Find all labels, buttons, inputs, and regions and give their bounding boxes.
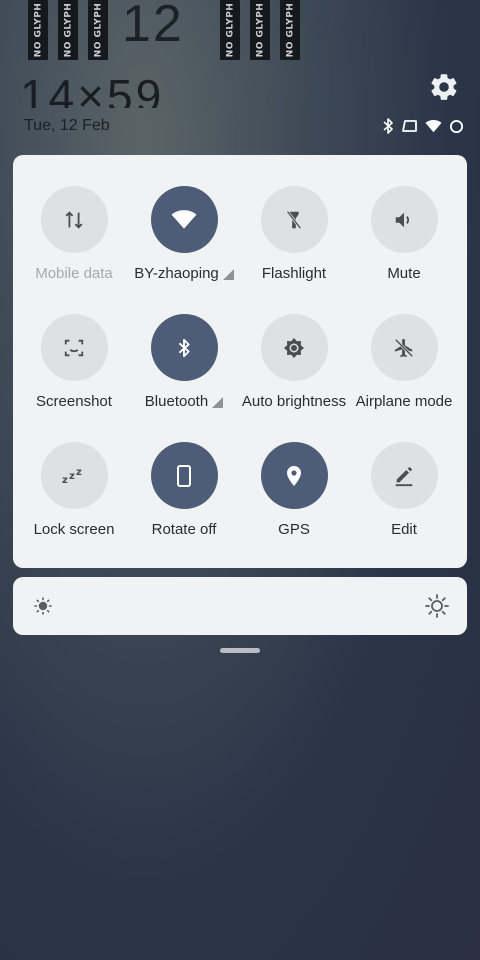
airplane-icon[interactable] (370, 314, 438, 381)
screenshot-icon[interactable] (40, 314, 108, 381)
tile-label: Lock screen (33, 521, 115, 538)
no-glyph-tile: NO GLYPH (220, 0, 240, 60)
settings-gear-icon[interactable] (428, 71, 460, 103)
tile-mobile-data[interactable]: Mobile data (14, 186, 134, 296)
tile-label: Flashlight (261, 265, 327, 282)
battery-saver-icon (401, 119, 418, 133)
brightness-slider[interactable] (13, 577, 467, 635)
tile-flashlight[interactable]: Flashlight (234, 186, 354, 296)
tile-label: Screenshot (36, 393, 112, 410)
tile-gps[interactable]: GPS (234, 442, 354, 552)
no-glyph-tile: NO GLYPH (88, 0, 108, 60)
clock-hour: 12 (122, 0, 184, 53)
tile-label: Auto brightness (241, 393, 347, 410)
svg-text:z: z (69, 471, 75, 482)
clock-time: 14×59 (20, 70, 165, 108)
wifi-icon (425, 119, 442, 133)
tile-label-row: Bluetooth (144, 393, 224, 410)
tile-edit[interactable]: Edit (344, 442, 464, 552)
tile-label-row: BY-zhaoping (134, 265, 234, 282)
sleep-icon[interactable]: zzz (40, 442, 108, 509)
tile-mute[interactable]: Mute (344, 186, 464, 296)
no-glyph-tile: NO GLYPH (58, 0, 78, 60)
tile-label: Bluetooth (144, 393, 209, 410)
brightness-low-icon (33, 596, 53, 616)
signal-icon (212, 397, 224, 408)
brightness-high-icon (425, 594, 449, 618)
tile-screenshot[interactable]: Screenshot (14, 314, 134, 424)
tile-label: Mute (387, 265, 421, 282)
no-glyph-tile: NO GLYPH (28, 0, 48, 60)
bluetooth-icon[interactable] (150, 314, 218, 381)
status-bar (382, 116, 464, 136)
tile-label: GPS (278, 521, 310, 538)
signal-icon (222, 269, 234, 280)
volume-icon[interactable] (370, 186, 438, 253)
tile-label: Edit (391, 521, 417, 538)
date-label: Tue, 12 Feb (24, 117, 110, 134)
tile-lock-screen[interactable]: zzz Lock screen (14, 442, 134, 552)
tile-auto-brightness[interactable]: Auto brightness (234, 314, 354, 424)
tile-bluetooth[interactable]: Bluetooth (124, 314, 244, 424)
battery-icon (449, 119, 464, 134)
tile-label: Rotate off (151, 521, 217, 538)
no-glyph-tile: NO GLYPH (280, 0, 300, 60)
rotate-lock-icon[interactable] (150, 442, 218, 509)
svg-text:z: z (76, 467, 82, 478)
tile-label: Airplane mode (355, 393, 453, 410)
edit-icon[interactable] (370, 442, 438, 509)
tile-airplane[interactable]: Airplane mode (344, 314, 464, 424)
quick-settings-panel: Mobile data BY-zhaoping Flashlight Mute … (13, 155, 467, 568)
mobile-data-icon[interactable] (40, 186, 108, 253)
no-glyph-tile: NO GLYPH (250, 0, 270, 60)
drag-handle[interactable] (220, 648, 260, 653)
tile-label: BY-zhaoping (134, 265, 219, 282)
svg-text:z: z (62, 475, 68, 486)
tile-label: Mobile data (35, 265, 113, 282)
location-icon[interactable] (260, 442, 328, 509)
tile-wifi[interactable]: BY-zhaoping (124, 186, 244, 296)
flashlight-icon[interactable] (260, 186, 328, 253)
bluetooth-icon (382, 118, 394, 134)
wifi-icon[interactable] (150, 186, 218, 253)
brightness-auto-icon[interactable] (260, 314, 328, 381)
tile-rotate[interactable]: Rotate off (124, 442, 244, 552)
